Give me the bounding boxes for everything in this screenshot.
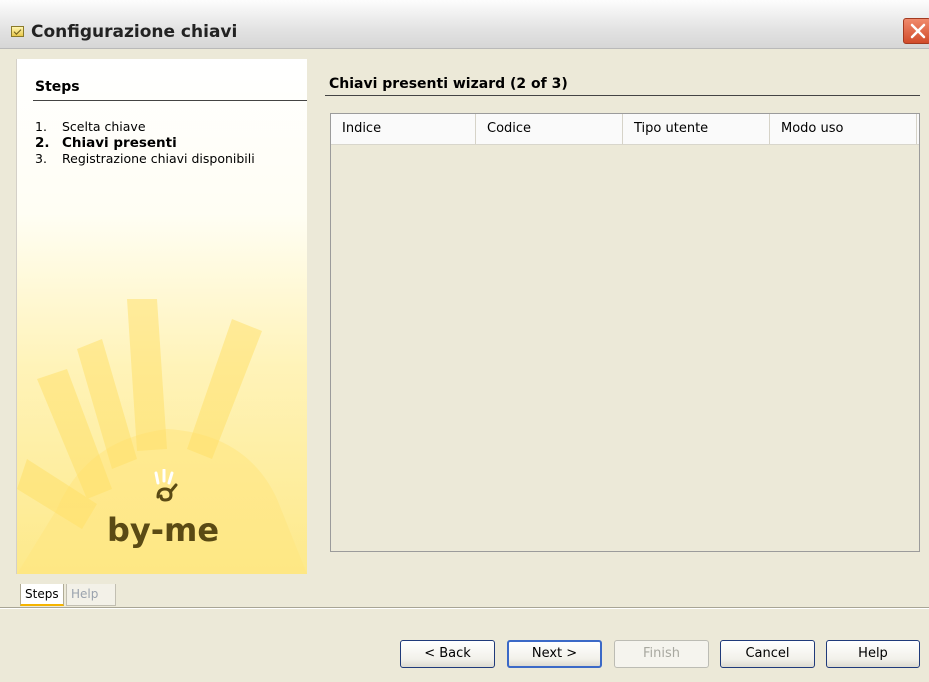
step-list: 1. Scelta chiave 2. Chiavi presenti 3. Regi…: [35, 119, 255, 167]
step-label: Registrazione chiavi disponibili: [62, 151, 255, 166]
back-button[interactable]: < Back: [400, 640, 495, 668]
help-button[interactable]: Help: [826, 640, 920, 668]
column-header-modo-uso[interactable]: Modo uso: [770, 114, 917, 144]
step-number: 1.: [35, 119, 47, 134]
step-item-3: 3. Registrazione chiavi disponibili: [35, 151, 255, 167]
column-header-codice[interactable]: Codice: [476, 114, 623, 144]
content-divider: [325, 95, 920, 96]
column-header-indice[interactable]: Indice: [331, 114, 476, 144]
window-title: Configurazione chiavi: [31, 22, 238, 42]
step-number: 2.: [35, 135, 50, 151]
steps-divider: [33, 100, 307, 101]
title-bar[interactable]: Configurazione chiavi: [0, 0, 929, 49]
cancel-button[interactable]: Cancel: [720, 640, 815, 668]
steps-panel: Steps 1. Scelta chiave 2. Chiavi presenti …: [16, 59, 307, 574]
next-button[interactable]: Next >: [507, 640, 602, 668]
step-label: Scelta chiave: [62, 119, 146, 134]
keys-table[interactable]: Indice Codice Tipo utente Modo uso: [330, 113, 920, 552]
step-label: Chiavi presenti: [62, 135, 177, 151]
steps-heading: Steps: [35, 79, 80, 95]
column-header-tipo-utente[interactable]: Tipo utente: [623, 114, 770, 144]
tab-steps[interactable]: Steps: [20, 584, 64, 606]
close-icon: [910, 23, 926, 39]
wizard-window: Configurazione chiavi Steps 1. Scelta ch…: [0, 0, 929, 682]
page-title: Chiavi presenti wizard (2 of 3): [329, 76, 568, 92]
tab-help[interactable]: Help: [66, 584, 116, 606]
logo-sun-icon: [154, 469, 178, 502]
app-icon: [11, 26, 24, 37]
step-number: 3.: [35, 151, 47, 166]
step-item-1: 1. Scelta chiave: [35, 119, 255, 135]
step-item-2: 2. Chiavi presenti: [35, 135, 255, 151]
table-header: Indice Codice Tipo utente Modo uso: [331, 114, 919, 145]
close-button[interactable]: [903, 18, 929, 44]
byme-logo: by-me: [107, 511, 220, 549]
button-separator: [0, 607, 929, 609]
finish-button[interactable]: Finish: [614, 640, 709, 668]
